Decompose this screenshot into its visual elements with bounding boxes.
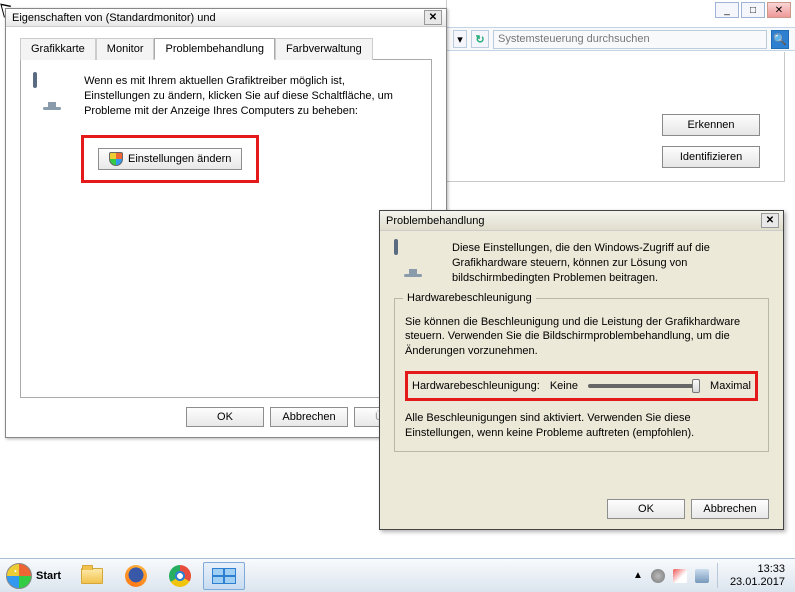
search-input[interactable]: Systemsteuerung durchsuchen [493, 30, 767, 49]
hardware-accel-group: Hardwarebeschleunigung Sie können die Be… [394, 298, 769, 452]
close-icon[interactable]: ✕ [761, 213, 779, 228]
taskbar-taskview[interactable] [203, 562, 245, 590]
network-icon[interactable] [695, 569, 709, 583]
tab-farbverwaltung[interactable]: Farbverwaltung [275, 38, 373, 60]
dialog-title: Problembehandlung [384, 215, 761, 227]
slider-label: Hardwarebeschleunigung: [412, 380, 540, 392]
titlebar[interactable]: Problembehandlung ✕ [380, 211, 783, 231]
tab-problembehandlung[interactable]: Problembehandlung [154, 38, 274, 60]
detect-button[interactable]: Erkennen [662, 114, 760, 136]
intro-text: Wenn es mit Ihrem aktuellen Grafiktreibe… [84, 74, 404, 119]
start-label: Start [36, 570, 61, 582]
control-panel-window: _ □ ✕ ▾ ↻ Systemsteuerung durchsuchen 🔍 … [446, 0, 795, 190]
group-legend: Hardwarebeschleunigung [403, 292, 536, 304]
hardware-accel-slider[interactable] [588, 384, 700, 388]
search-go-button[interactable]: 🔍 [771, 30, 789, 49]
taskbar: Start ▲ 13:33 23.01.2017 [0, 558, 795, 592]
highlight-accel-slider: Hardwarebeschleunigung: Keine Maximal [405, 371, 758, 401]
tray-icon[interactable] [673, 569, 687, 583]
monitor-icon [394, 241, 434, 277]
taskbar-clock[interactable]: 13:33 23.01.2017 [717, 563, 785, 588]
tabstrip: Grafikkarte Monitor Problembehandlung Fa… [20, 37, 432, 60]
taskswitch-icon [212, 568, 236, 584]
explorer-icon [81, 568, 103, 584]
troubleshoot-dialog: Problembehandlung ✕ Diese Einstellungen,… [379, 210, 784, 530]
windows-orb-icon [6, 563, 32, 589]
taskbar-explorer[interactable] [71, 562, 113, 590]
titlebar[interactable]: Eigenschaften von (Standardmonitor) und … [6, 9, 446, 27]
tray-icon[interactable] [651, 569, 665, 583]
tab-grafikkarte[interactable]: Grafikkarte [20, 38, 96, 60]
group-description: Sie können die Beschleunigung und die Le… [405, 315, 758, 360]
uac-shield-icon [109, 152, 123, 166]
minimize-button[interactable]: _ [715, 2, 739, 18]
address-toolbar: ▾ ↻ Systemsteuerung durchsuchen 🔍 [447, 27, 795, 51]
monitor-icon [33, 74, 73, 110]
clock-time: 13:33 [730, 563, 785, 576]
chrome-icon [169, 565, 191, 587]
cancel-button[interactable]: Abbrechen [270, 407, 348, 427]
dialog-title: Eigenschaften von (Standardmonitor) und [10, 12, 424, 24]
close-icon[interactable]: ✕ [424, 10, 442, 25]
highlight-change-settings: Einstellungen ändern [81, 135, 259, 183]
change-settings-button[interactable]: Einstellungen ändern [98, 148, 242, 170]
tab-panel: Wenn es mit Ihrem aktuellen Grafiktreibe… [20, 60, 432, 398]
cancel-button[interactable]: Abbrechen [691, 499, 769, 519]
accel-note: Alle Beschleunigungen sind aktiviert. Ve… [405, 411, 758, 441]
close-button[interactable]: ✕ [767, 2, 791, 18]
path-dropdown[interactable]: ▾ [453, 30, 467, 48]
clock-date: 23.01.2017 [730, 576, 785, 589]
ok-button[interactable]: OK [607, 499, 685, 519]
tray-overflow-icon[interactable]: ▲ [633, 570, 643, 581]
identify-button[interactable]: Identifizieren [662, 146, 760, 168]
taskbar-chrome[interactable] [159, 562, 201, 590]
slider-max-label: Maximal [710, 380, 751, 392]
start-button[interactable]: Start [4, 561, 69, 591]
taskbar-firefox[interactable] [115, 562, 157, 590]
change-settings-label: Einstellungen ändern [128, 153, 231, 165]
tab-monitor[interactable]: Monitor [96, 38, 155, 60]
slider-thumb[interactable] [692, 379, 700, 393]
system-tray: ▲ 13:33 23.01.2017 [633, 563, 791, 588]
display-preview-panel: Erkennen Identifizieren [447, 52, 785, 182]
ok-button[interactable]: OK [186, 407, 264, 427]
firefox-icon [125, 565, 147, 587]
refresh-button[interactable]: ↻ [471, 30, 489, 48]
intro-text: Diese Einstellungen, die den Windows-Zug… [452, 241, 769, 286]
maximize-button[interactable]: □ [741, 2, 765, 18]
slider-min-label: Keine [550, 380, 578, 392]
